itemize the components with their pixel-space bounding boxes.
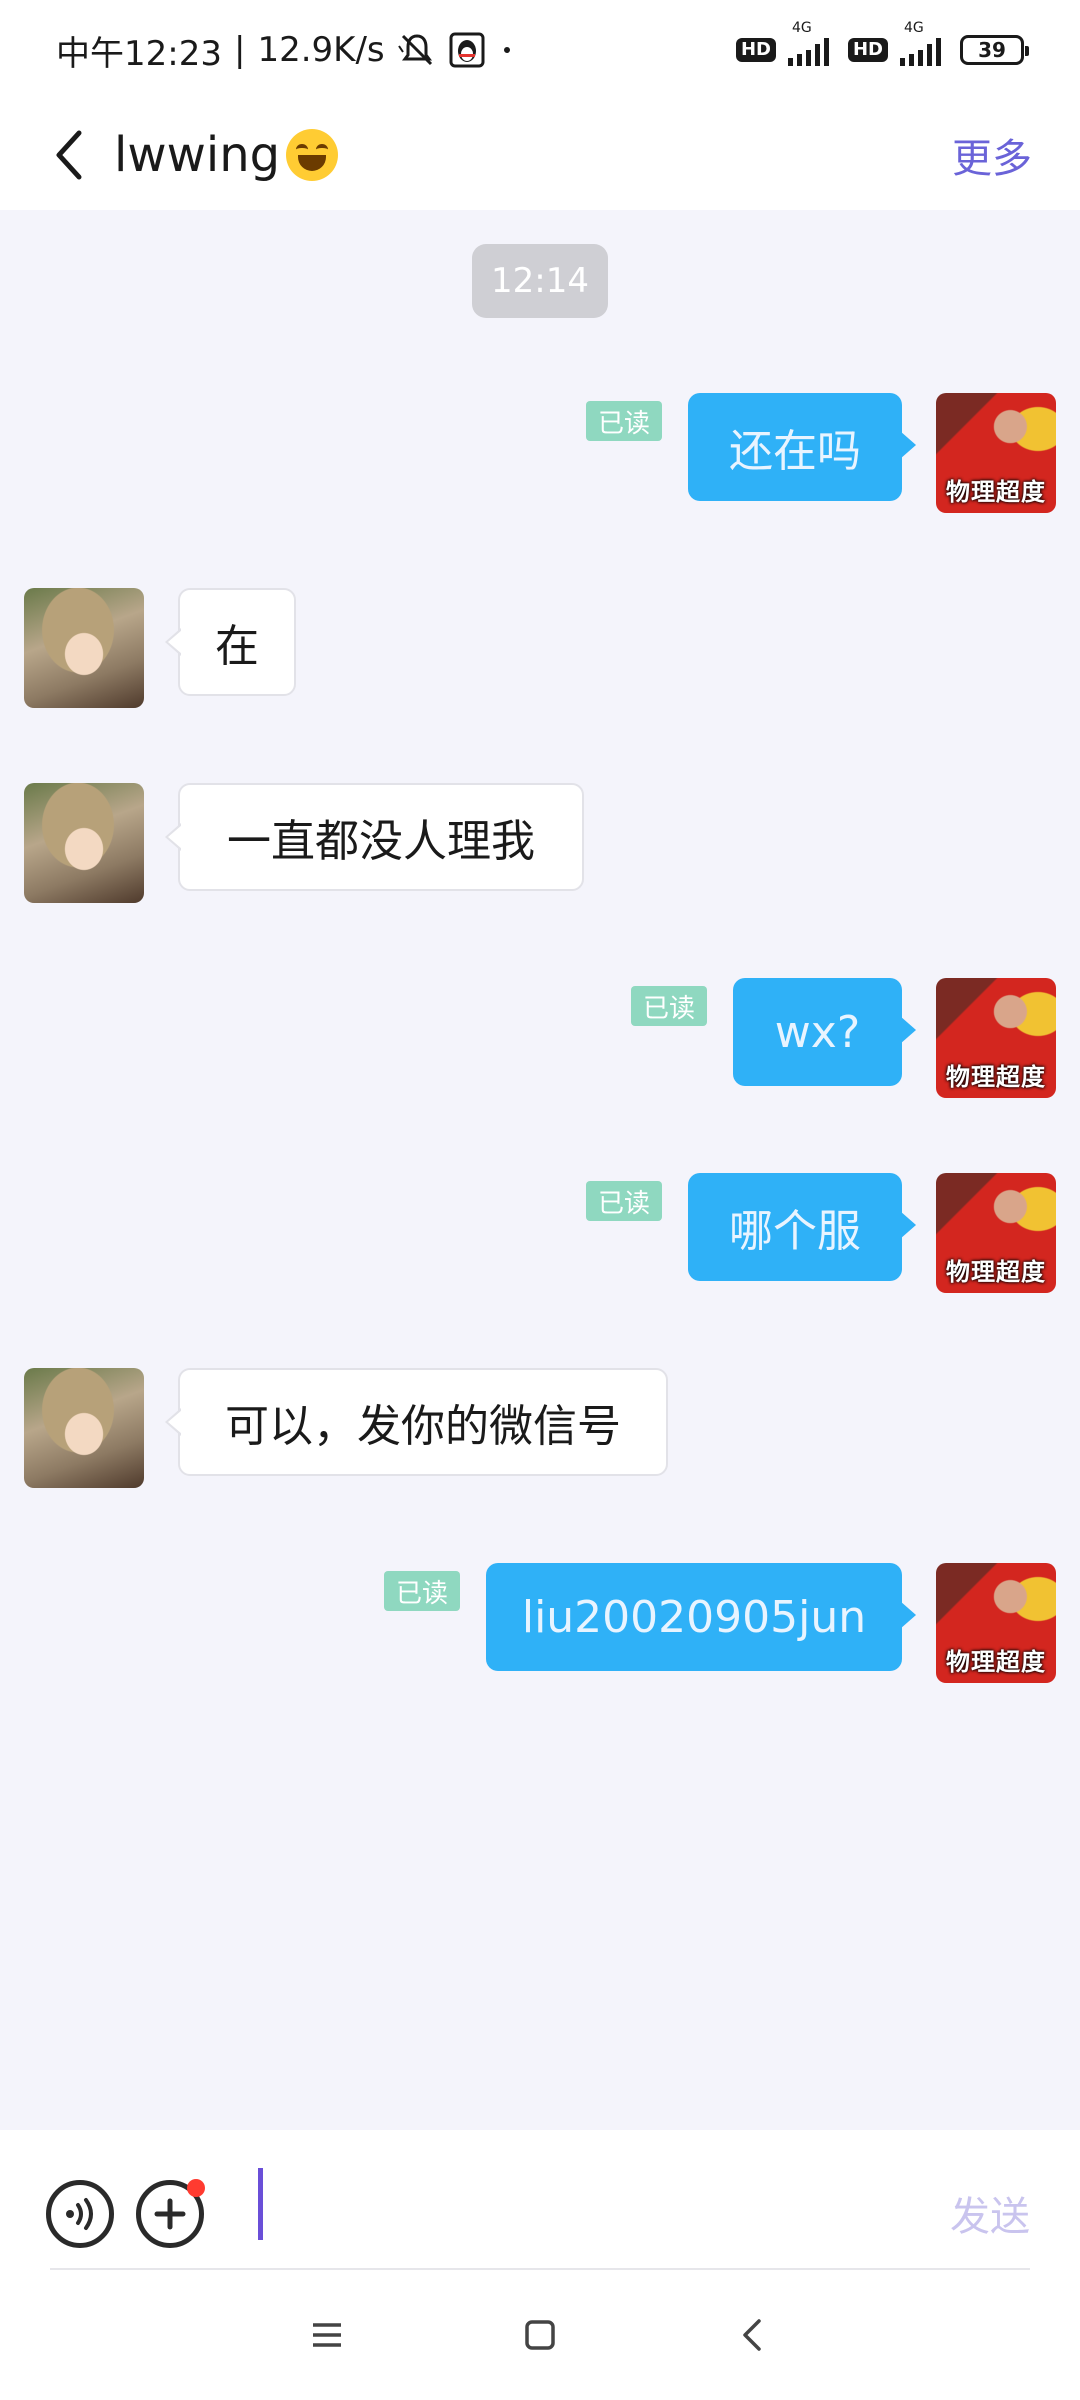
- self-avatar[interactable]: 物理超度: [936, 1173, 1056, 1293]
- status-separator: |: [233, 30, 246, 70]
- home-icon: [525, 2320, 555, 2350]
- menu-icon: [312, 2323, 341, 2347]
- back-nav-button[interactable]: [723, 2305, 783, 2365]
- message-bubble-self[interactable]: 哪个服: [688, 1173, 916, 1281]
- network-type-label-2: 4G: [904, 20, 924, 36]
- contact-name: lwwing: [114, 127, 339, 183]
- network-type-label: 4G: [791, 20, 812, 36]
- message-bubble-other[interactable]: 一直都没人理我: [165, 783, 584, 891]
- message-bubble-other[interactable]: 在: [165, 588, 296, 696]
- battery-level: 39: [978, 38, 1006, 62]
- hd-badge: HD: [735, 38, 776, 62]
- message-bubble-self[interactable]: 还在吗: [688, 393, 916, 501]
- read-receipt: 已读: [586, 401, 663, 441]
- signal-4g-icon-2: 4G: [898, 20, 950, 68]
- plus-icon: [154, 2198, 186, 2230]
- time-divider: 12:14: [472, 244, 608, 318]
- dot-icon: [497, 40, 517, 60]
- avatar-stamp-text: 物理超度: [946, 1648, 1046, 1676]
- self-avatar[interactable]: 物理超度: [936, 393, 1056, 513]
- back-icon: [743, 2319, 762, 2351]
- message-list[interactable]: 12:14 已读 还在吗 物理超度 在 一直都没人理我 已读 wx? 物理超度 …: [0, 210, 1080, 2130]
- grinning-face-icon: [286, 129, 339, 181]
- message-bubble-self[interactable]: wx?: [733, 978, 916, 1086]
- voice-button[interactable]: [46, 2180, 114, 2248]
- hd-badge-2: HD: [847, 38, 888, 62]
- input-bar: 发送: [0, 2130, 1080, 2270]
- message-bubble-self[interactable]: liu20020905jun: [486, 1563, 916, 1671]
- status-left: 中午12:23 | 12.9K/s: [56, 26, 517, 75]
- chat-header: lwwing 更多: [0, 100, 1080, 210]
- message-input[interactable]: [250, 2160, 910, 2250]
- battery-icon: 39: [960, 35, 1029, 65]
- self-avatar[interactable]: 物理超度: [936, 978, 1056, 1098]
- system-nav-bar: [0, 2270, 1080, 2400]
- read-receipt: 已读: [631, 986, 708, 1026]
- text-cursor: [258, 2168, 263, 2240]
- notification-dot: [187, 2179, 205, 2197]
- contact-avatar[interactable]: [24, 588, 144, 708]
- mute-bell-icon: [397, 30, 437, 70]
- self-avatar[interactable]: 物理超度: [936, 1563, 1056, 1683]
- chat-screen: 中午12:23 | 12.9K/s HD 4G HD 4G 39 lwwing …: [0, 0, 1080, 2400]
- back-button[interactable]: [24, 100, 114, 210]
- network-speed: 12.9K/s: [257, 30, 385, 70]
- contact-avatar[interactable]: [24, 1368, 144, 1488]
- send-button[interactable]: 发送: [950, 2184, 1030, 2242]
- contact-avatar[interactable]: [24, 783, 144, 903]
- signal-4g-icon: 4G: [786, 20, 838, 68]
- status-bar: 中午12:23 | 12.9K/s HD 4G HD 4G 39: [0, 0, 1080, 100]
- plus-button[interactable]: [136, 2179, 205, 2248]
- contact-name-text: lwwing: [114, 127, 281, 183]
- qq-penguin-icon: [449, 32, 485, 68]
- avatar-stamp-text: 物理超度: [946, 1258, 1046, 1286]
- home-nav-button[interactable]: [510, 2305, 570, 2365]
- menu-nav-button[interactable]: [297, 2305, 357, 2365]
- read-receipt: 已读: [586, 1181, 663, 1221]
- more-button[interactable]: 更多: [952, 126, 1032, 184]
- avatar-stamp-text: 物理超度: [946, 478, 1046, 506]
- avatar-stamp-text: 物理超度: [946, 1063, 1046, 1091]
- voice-icon: [66, 2198, 93, 2230]
- chevron-left-icon: [56, 130, 82, 180]
- status-time: 中午12:23: [56, 33, 222, 74]
- message-bubble-other[interactable]: 可以，发你的微信号: [165, 1368, 668, 1476]
- read-receipt: 已读: [384, 1571, 461, 1611]
- status-right: HD 4G HD 4G 39: [735, 20, 1029, 68]
